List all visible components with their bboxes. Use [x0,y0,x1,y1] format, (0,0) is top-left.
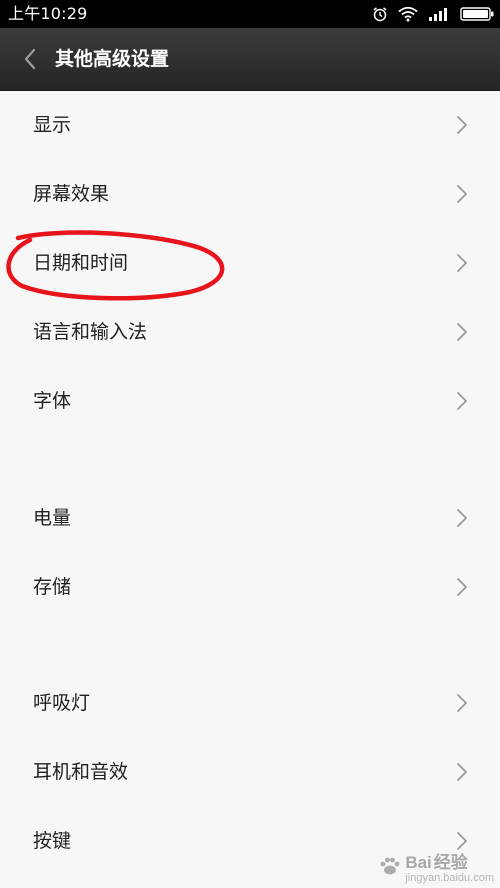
settings-item-label: 存储 [33,575,72,598]
settings-item-label: 呼吸灯 [33,691,91,714]
settings-item-label: 日期和时间 [33,251,129,274]
watermark: Bai 经验 jingyan.baidu.com [379,848,494,884]
status-icons [372,5,494,23]
settings-item-font[interactable]: 字体 [0,366,500,435]
settings-item-label: 按键 [33,829,72,852]
settings-item-label: 显示 [33,113,72,136]
settings-item-storage[interactable]: 存储 [0,552,500,621]
settings-item-date-time[interactable]: 日期和时间 [0,228,500,297]
chevron-right-icon [457,762,467,781]
watermark-brand: Bai [405,853,432,872]
settings-item-label: 耳机和音效 [33,760,129,783]
settings-item-language-input[interactable]: 语言和输入法 [0,297,500,366]
paw-logo-icon [380,857,400,875]
settings-item-battery[interactable]: 电量 [0,483,500,552]
chevron-right-icon [457,253,467,272]
chevron-right-icon [457,322,467,341]
settings-item-label: 屏幕效果 [33,182,110,205]
back-button[interactable] [14,43,46,75]
settings-item-label: 电量 [33,506,72,529]
settings-item-label: 字体 [33,389,72,412]
battery-icon [460,7,494,21]
watermark-brand-suffix: 经验 [433,853,468,872]
settings-item-display[interactable]: 显示 [0,90,500,159]
title-bar: 其他高级设置 [0,28,500,91]
chevron-right-icon [457,508,467,527]
settings-item-headset-audio[interactable]: 耳机和音效 [0,737,500,806]
chevron-left-icon [24,48,36,70]
status-bar: 上午10:29 [0,0,500,28]
alarm-icon [372,6,388,22]
wifi-icon [398,6,418,22]
watermark-url: jingyan.baidu.com [405,872,494,884]
settings-item-breathing-light[interactable]: 呼吸灯 [0,668,500,737]
chevron-right-icon [457,184,467,203]
chevron-right-icon [457,577,467,596]
status-time: 上午10:29 [8,4,88,23]
page-title: 其他高级设置 [55,48,170,70]
settings-item-screen-effect[interactable]: 屏幕效果 [0,159,500,228]
settings-item-label: 语言和输入法 [33,320,148,343]
chevron-right-icon [457,693,467,712]
chevron-right-icon [457,115,467,134]
signal-icon [428,6,450,22]
chevron-right-icon [457,391,467,410]
